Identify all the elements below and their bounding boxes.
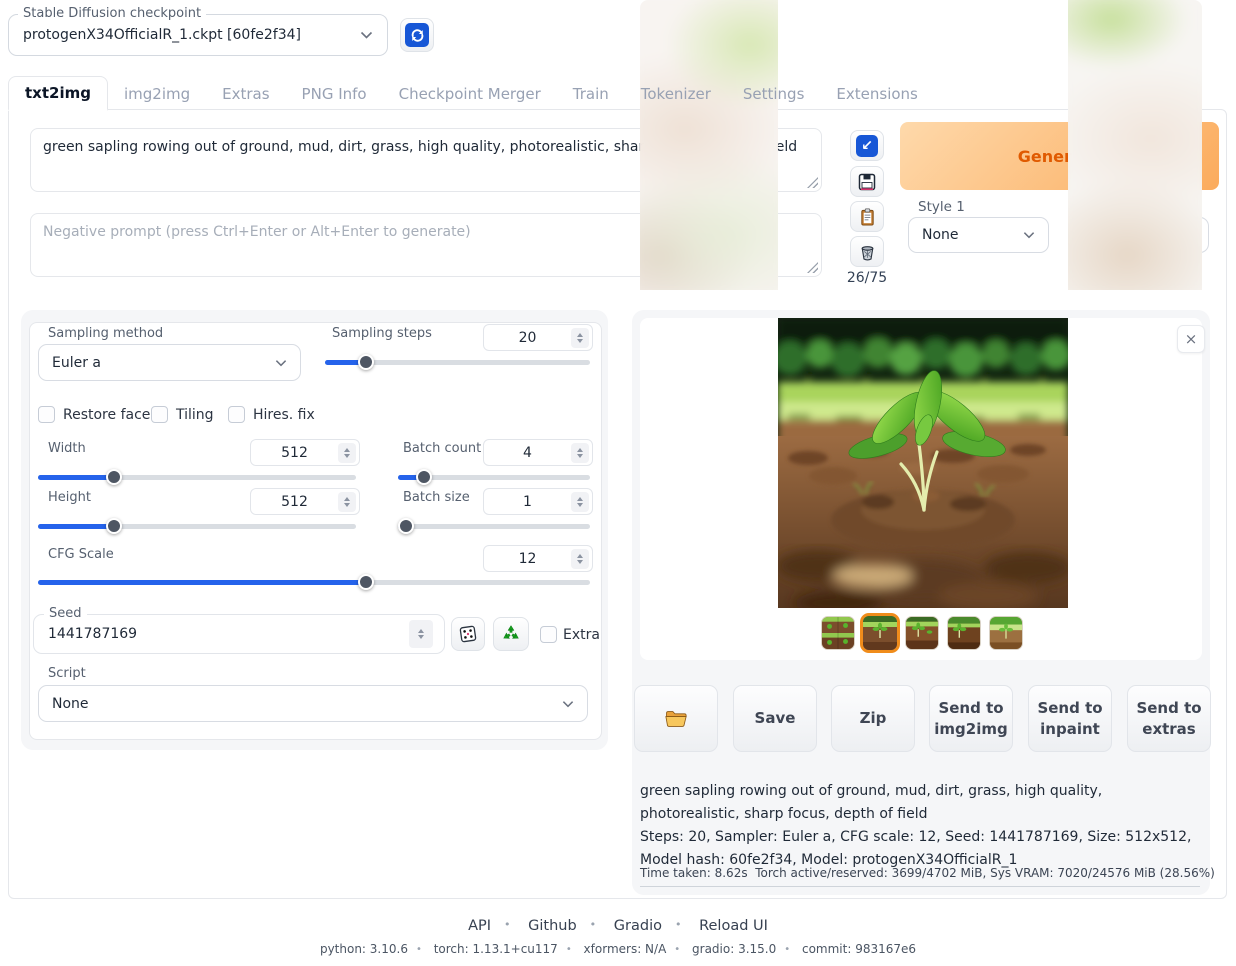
gallery-blur-left <box>640 0 778 290</box>
extra-seed-label: Extra <box>563 627 600 643</box>
height-label: Height <box>48 490 91 505</box>
tab-png-info[interactable]: PNG Info <box>286 78 383 110</box>
random-seed-button[interactable] <box>451 617 485 651</box>
generated-image[interactable] <box>778 318 1068 608</box>
sampling-method-label: Sampling method <box>48 326 163 341</box>
folder-icon <box>664 709 688 728</box>
gallery-blur-right <box>1068 0 1202 290</box>
sampling-steps-input[interactable] <box>483 324 593 351</box>
tab-train[interactable]: Train <box>557 78 625 110</box>
stepper-arrows[interactable] <box>571 328 589 348</box>
sampling-steps-label: Sampling steps <box>332 326 432 341</box>
height-slider[interactable] <box>38 518 356 534</box>
tiling-label: Tiling <box>176 407 214 423</box>
seed-label: Seed <box>44 606 87 621</box>
send-to-extras-button[interactable]: Send to extras <box>1127 685 1211 752</box>
tab-extensions[interactable]: Extensions <box>820 78 933 110</box>
extra-seed-checkbox[interactable] <box>540 626 557 643</box>
style1-select[interactable]: None <box>908 217 1049 253</box>
dice-icon <box>458 624 478 644</box>
thumbnail-4[interactable] <box>947 616 981 650</box>
cfg-scale-label: CFG Scale <box>48 547 114 562</box>
chevron-down-icon <box>275 359 287 367</box>
checkpoint-label: Stable Diffusion checkpoint <box>18 6 206 21</box>
footer-link-reload-ui[interactable]: Reload UI <box>699 918 768 934</box>
script-select[interactable]: None <box>38 685 588 722</box>
hires-fix-label: Hires. fix <box>253 407 315 423</box>
thumbnail-selected[interactable] <box>860 613 900 653</box>
read-generation-params-button[interactable]: ↙ <box>850 130 884 161</box>
refresh-checkpoint-button[interactable] <box>400 18 434 52</box>
chevron-down-icon <box>562 700 574 708</box>
floppy-icon <box>857 172 877 192</box>
footer-link-gradio[interactable]: Gradio <box>614 918 662 934</box>
thumbnail-grid[interactable] <box>821 616 855 650</box>
batch-count-label: Batch count <box>403 441 481 456</box>
generation-info-time: Time taken: 8.62s Torch active/reserved:… <box>640 866 1215 880</box>
generation-info-prompt: green sapling rowing out of ground, mud,… <box>640 780 1200 826</box>
batch-size-slider[interactable] <box>398 518 590 534</box>
clear-prompt-button[interactable] <box>850 236 884 267</box>
clipboard-icon <box>858 207 877 227</box>
thumbnail-5[interactable] <box>989 616 1023 650</box>
open-folder-button[interactable] <box>634 685 718 752</box>
footer-links: API• Github• Gradio• Reload UI <box>0 918 1236 934</box>
send-to-inpaint-button[interactable]: Send to inpaint <box>1028 685 1112 752</box>
close-gallery-button[interactable]: × <box>1177 325 1205 353</box>
save-style-button[interactable] <box>850 166 884 197</box>
hires-fix-checkbox[interactable] <box>228 406 245 423</box>
chevron-down-icon <box>1023 231 1035 239</box>
width-label: Width <box>48 441 86 456</box>
footer-link-api[interactable]: API <box>468 918 491 934</box>
main-tabs: txt2img img2img Extras PNG Info Checkpoi… <box>8 76 934 110</box>
token-counter: 26/75 <box>845 270 889 286</box>
restore-faces-checkbox[interactable] <box>38 406 55 423</box>
sampling-steps-slider[interactable] <box>325 354 590 370</box>
info-divider <box>640 886 1200 887</box>
batch-count-input[interactable] <box>483 439 593 466</box>
restore-faces-label: Restore faces <box>63 407 158 423</box>
tab-extras[interactable]: Extras <box>206 78 285 110</box>
tab-settings[interactable]: Settings <box>727 78 821 110</box>
checkpoint-value: protogenX34OfficialR_1.ckpt [60fe2f34] <box>23 27 301 43</box>
tab-txt2img[interactable]: txt2img <box>8 76 108 111</box>
arrow-down-left-icon: ↙ <box>856 135 878 157</box>
style1-label: Style 1 <box>918 199 965 215</box>
refresh-icon <box>405 23 429 47</box>
cfg-scale-input[interactable] <box>483 545 593 572</box>
apply-style-button[interactable] <box>850 201 884 232</box>
zip-button[interactable]: Zip <box>831 685 915 752</box>
footer-link-github[interactable]: Github <box>528 918 577 934</box>
sampling-method-select[interactable]: Euler a <box>38 344 301 381</box>
batch-size-label: Batch size <box>403 490 470 505</box>
width-input[interactable] <box>250 439 360 466</box>
save-button[interactable]: Save <box>733 685 817 752</box>
seed-input[interactable] <box>33 614 445 654</box>
width-slider[interactable] <box>38 469 356 485</box>
tab-tokenizer[interactable]: Tokenizer <box>625 78 727 110</box>
height-input[interactable] <box>250 488 360 515</box>
close-icon: × <box>1185 330 1198 348</box>
tab-checkpoint-merger[interactable]: Checkpoint Merger <box>383 78 557 110</box>
batch-count-slider[interactable] <box>398 469 590 485</box>
footer-versions: python: 3.10.6• torch: 1.13.1+cu117• xfo… <box>0 942 1236 956</box>
tiling-checkbox[interactable] <box>151 406 168 423</box>
send-to-img2img-button[interactable]: Send to img2img <box>929 685 1013 752</box>
script-label: Script <box>48 666 86 681</box>
tab-img2img[interactable]: img2img <box>108 78 206 110</box>
thumbnail-3[interactable] <box>905 616 939 650</box>
chevron-down-icon <box>360 31 373 39</box>
cfg-scale-slider[interactable] <box>38 574 590 590</box>
trash-icon <box>858 242 877 262</box>
recycle-icon <box>501 624 521 644</box>
reuse-seed-button[interactable] <box>493 617 529 651</box>
batch-size-input[interactable] <box>483 488 593 515</box>
